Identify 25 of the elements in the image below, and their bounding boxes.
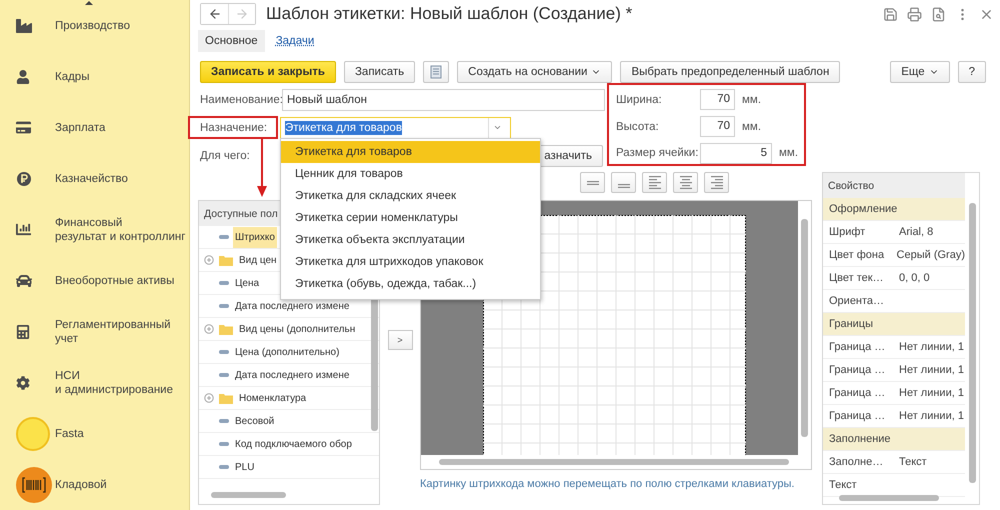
window-title: Шаблон этикетки: Новый шаблон (Создание) * (266, 4, 632, 24)
field-label: Высота: (616, 120, 660, 132)
hint-text: Картинку штрихкода можно перемещать по полю стрелками клавиатуры. (420, 478, 796, 490)
field-label: Ширина: (616, 94, 663, 106)
property-name: Заполне… (829, 456, 884, 468)
field-label: Размер ячейки: (616, 147, 700, 160)
property-name: Цвет фона (829, 249, 886, 261)
field-label: Наименование: (199, 92, 282, 108)
unit-label: мм. (742, 94, 762, 106)
group-name: Оформление (829, 203, 898, 215)
property-name: Граница … (829, 341, 886, 353)
property-name: Ориента… (829, 295, 886, 307)
property-name: Цвет тек… (829, 272, 885, 284)
group-name: Границы (829, 318, 873, 330)
unit-label: мм. (779, 147, 798, 160)
property-name: Шрифт (829, 226, 866, 238)
property-name: Граница … (829, 387, 886, 399)
property-name: Текст (829, 479, 858, 491)
property-name: Граница … (829, 410, 886, 422)
field-label: Назначение: (188, 116, 278, 139)
field-label: Для чего: (199, 148, 251, 164)
group-name: Заполнение (829, 433, 891, 445)
unit-label: мм. (742, 120, 762, 132)
property-name: Граница … (829, 364, 886, 376)
column-header: Свойство (823, 173, 965, 198)
